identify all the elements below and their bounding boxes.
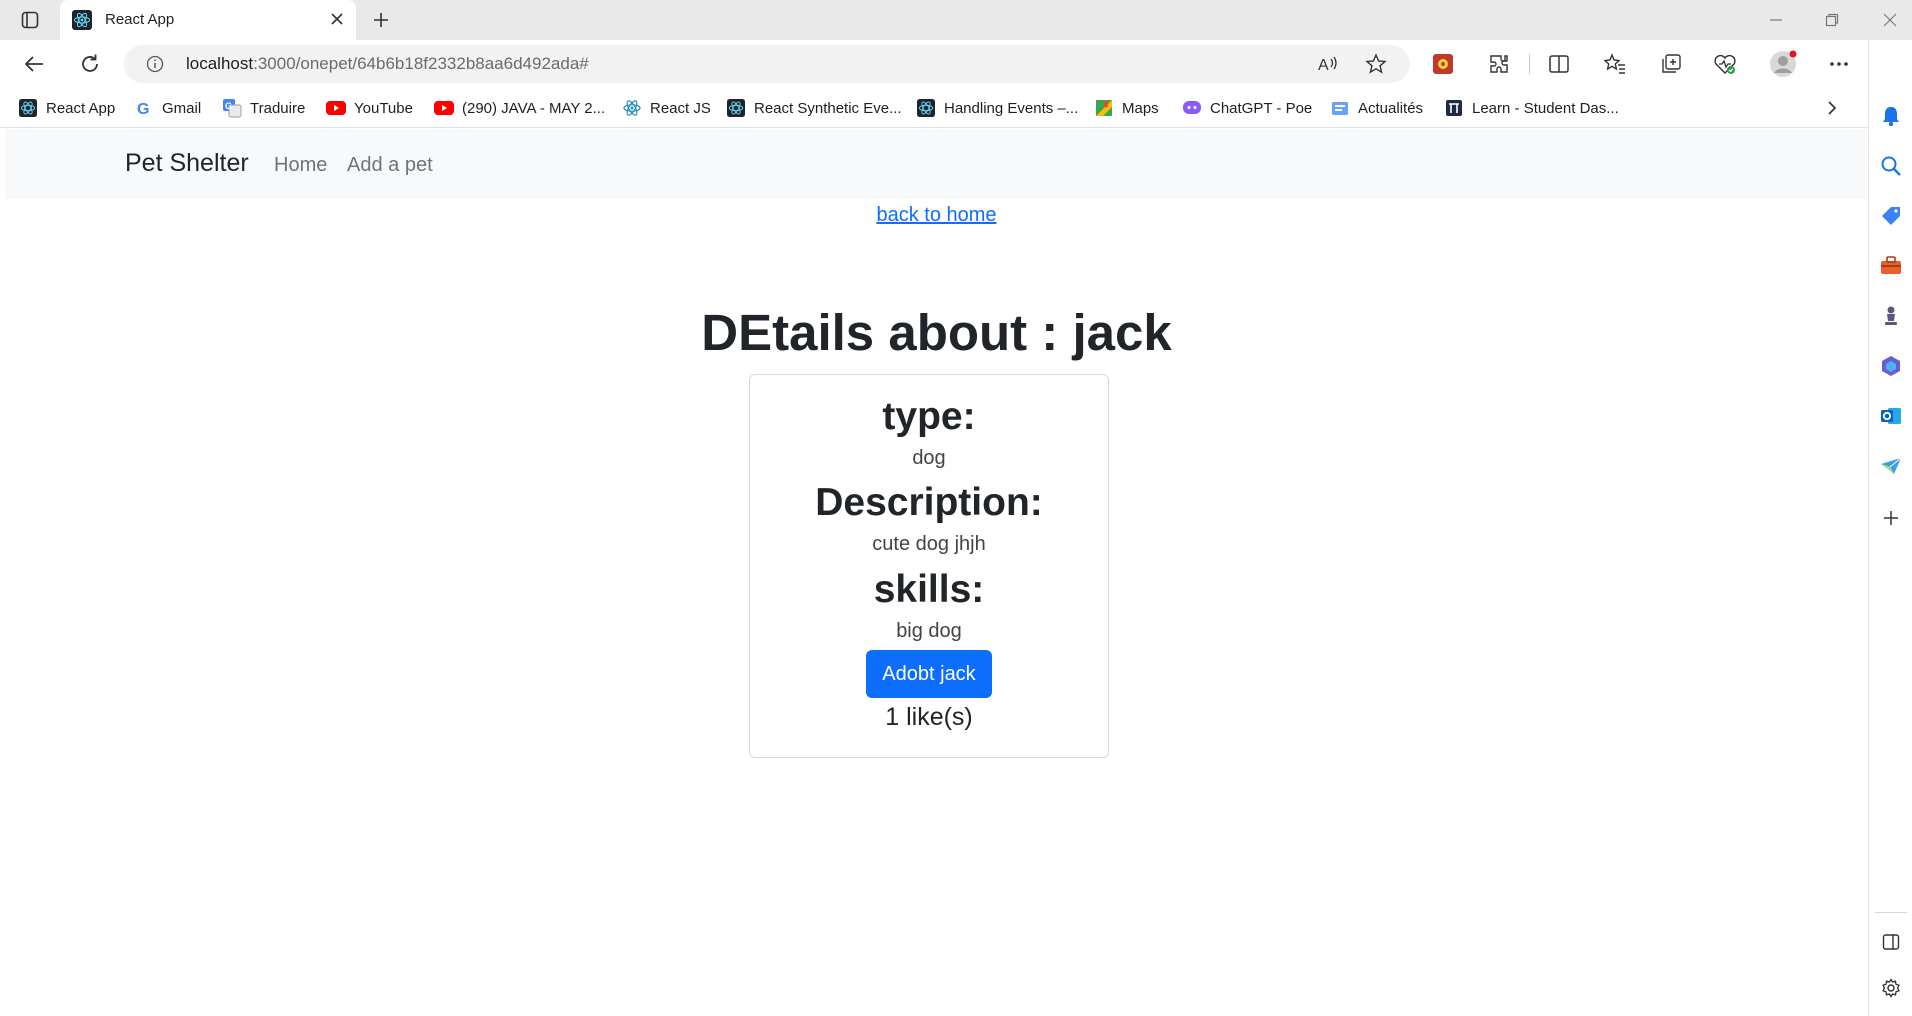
tab-title: React App — [105, 11, 175, 28]
more-options-icon[interactable] — [1824, 50, 1854, 78]
back-icon[interactable] — [18, 50, 50, 78]
close-tab-icon[interactable] — [330, 12, 344, 31]
toolbar-divider — [1529, 54, 1530, 74]
tools-briefcase-icon[interactable] — [1879, 254, 1903, 278]
svg-text:G: G — [225, 101, 232, 111]
address-bar-row: localhost:3000/onepet/64b6b18f2332b8aa6d… — [0, 40, 1912, 88]
edge-sidebar — [1868, 40, 1912, 1016]
pet-details-card: type: dog Description: cute dog jhjh ski… — [749, 374, 1109, 758]
back-to-home-link[interactable]: back to home — [876, 204, 996, 226]
react-icon — [622, 98, 642, 118]
bookmark-label: Actualités — [1358, 99, 1424, 117]
youtube-icon — [434, 98, 454, 118]
extensions-icon[interactable] — [1484, 50, 1514, 78]
read-aloud-icon[interactable]: A — [1316, 53, 1340, 75]
notifications-icon[interactable] — [1879, 104, 1903, 128]
react-icon — [18, 98, 38, 118]
bookmark-label: YouTube — [354, 99, 413, 117]
bookmark-label: React JS — [650, 99, 711, 117]
bookmark-label: Learn - Student Das... — [1472, 99, 1619, 117]
tab-actions-icon[interactable] — [14, 8, 46, 32]
bookmark-youtube[interactable]: YouTube — [326, 96, 413, 120]
youtube-icon — [326, 98, 346, 118]
bookmark-label: ChatGPT - Poe — [1210, 99, 1313, 117]
minimize-icon[interactable] — [1756, 8, 1796, 32]
back-to-home-link-row: back to home — [5, 204, 1866, 227]
bookmark-label: Handling Events –... — [944, 99, 1079, 117]
profile-avatar-icon[interactable] — [1768, 50, 1798, 78]
browser-tab[interactable]: React App — [60, 0, 356, 40]
react-icon — [916, 98, 936, 118]
send-plane-icon[interactable] — [1879, 454, 1903, 478]
navbar-brand[interactable]: Pet Shelter — [125, 149, 249, 178]
favorites-icon[interactable] — [1600, 50, 1630, 78]
type-label: type: — [882, 395, 976, 438]
bookmark-label: React App — [46, 99, 116, 117]
search-icon[interactable] — [1879, 154, 1903, 178]
split-screen-icon[interactable] — [1544, 50, 1574, 78]
svg-text:A: A — [1318, 57, 1329, 74]
bookmark-react-app[interactable]: React App — [18, 96, 115, 120]
react-icon — [726, 98, 746, 118]
tab-bar: React App — [0, 0, 1912, 40]
bookmark-label: Traduire — [250, 99, 306, 117]
bookmark-chatgpt-poe[interactable]: ChatGPT - Poe — [1182, 96, 1312, 120]
bookmark-gmail[interactable]: G Gmail — [134, 96, 201, 120]
collections-icon[interactable] — [1656, 50, 1686, 78]
poe-icon — [1182, 98, 1202, 118]
url-text[interactable]: localhost:3000/onepet/64b6b18f2332b8aa6d… — [186, 54, 589, 74]
refresh-icon[interactable] — [74, 50, 106, 78]
skills-value: big dog — [896, 620, 962, 642]
bookmark-handling-events[interactable]: Handling Events –... — [916, 96, 1078, 120]
bookmark-java[interactable]: (290) JAVA - MAY 2... — [434, 96, 605, 120]
bookmarks-bar: React App G Gmail G Traduire YouTube (29… — [0, 88, 1868, 128]
skills-label: skills: — [873, 568, 985, 611]
games-chess-icon[interactable] — [1879, 304, 1903, 328]
address-bar[interactable]: localhost:3000/onepet/64b6b18f2332b8aa6d… — [124, 45, 1410, 83]
bookmark-react-synthetic[interactable]: React Synthetic Eve... — [726, 96, 902, 120]
close-window-icon[interactable] — [1870, 8, 1910, 32]
hide-sidebar-icon[interactable] — [1879, 930, 1903, 954]
description-value: cute dog jhjh — [872, 533, 986, 555]
nav-link-add-pet[interactable]: Add a pet — [347, 154, 433, 177]
react-icon — [72, 10, 92, 35]
google-icon: G — [134, 98, 154, 118]
news-icon — [1330, 98, 1350, 118]
svg-text:G: G — [137, 101, 149, 117]
bookmark-label: Maps — [1122, 99, 1159, 117]
bookmark-label: (290) JAVA - MAY 2... — [462, 99, 606, 117]
bookmark-actualites[interactable]: Actualités — [1330, 96, 1423, 120]
microsoft-365-icon[interactable] — [1879, 354, 1903, 378]
page-viewport: Pet Shelter Home Add a pet back to home … — [5, 129, 1866, 1016]
chevron-right-icon[interactable] — [1820, 98, 1844, 118]
description-label: Description: — [815, 481, 1043, 524]
site-info-icon[interactable] — [146, 55, 164, 78]
bookmark-maps[interactable]: Maps — [1094, 96, 1159, 120]
bookmark-label: Gmail — [162, 99, 202, 117]
likes-count: 1 like(s) — [885, 703, 973, 731]
navbar: Pet Shelter Home Add a pet — [5, 129, 1866, 199]
outlook-icon[interactable] — [1879, 404, 1903, 428]
type-value: dog — [912, 447, 946, 469]
restore-icon[interactable] — [1812, 8, 1852, 32]
sidebar-divider — [1875, 912, 1907, 913]
nav-link-home[interactable]: Home — [274, 154, 327, 177]
bookmark-traduire[interactable]: G Traduire — [222, 96, 305, 120]
shopping-tag-icon[interactable] — [1879, 204, 1903, 228]
translate-icon: G — [222, 98, 242, 118]
favorite-star-icon[interactable] — [1364, 53, 1388, 75]
adopt-button[interactable]: Adobt jack — [866, 650, 992, 698]
settings-gear-icon[interactable] — [1879, 976, 1903, 1000]
learn-icon — [1444, 98, 1464, 118]
browser-essentials-icon[interactable] — [1710, 50, 1740, 78]
bookmark-learn[interactable]: Learn - Student Das... — [1444, 96, 1619, 120]
bookmark-react-js[interactable]: React JS — [622, 96, 711, 120]
new-tab-icon[interactable] — [368, 8, 394, 32]
add-icon[interactable] — [1879, 506, 1903, 530]
extension-red-icon[interactable] — [1428, 50, 1458, 78]
page-title: DEtails about : jack — [701, 304, 1172, 361]
maps-icon — [1094, 98, 1114, 118]
bookmark-label: React Synthetic Eve... — [754, 99, 902, 117]
